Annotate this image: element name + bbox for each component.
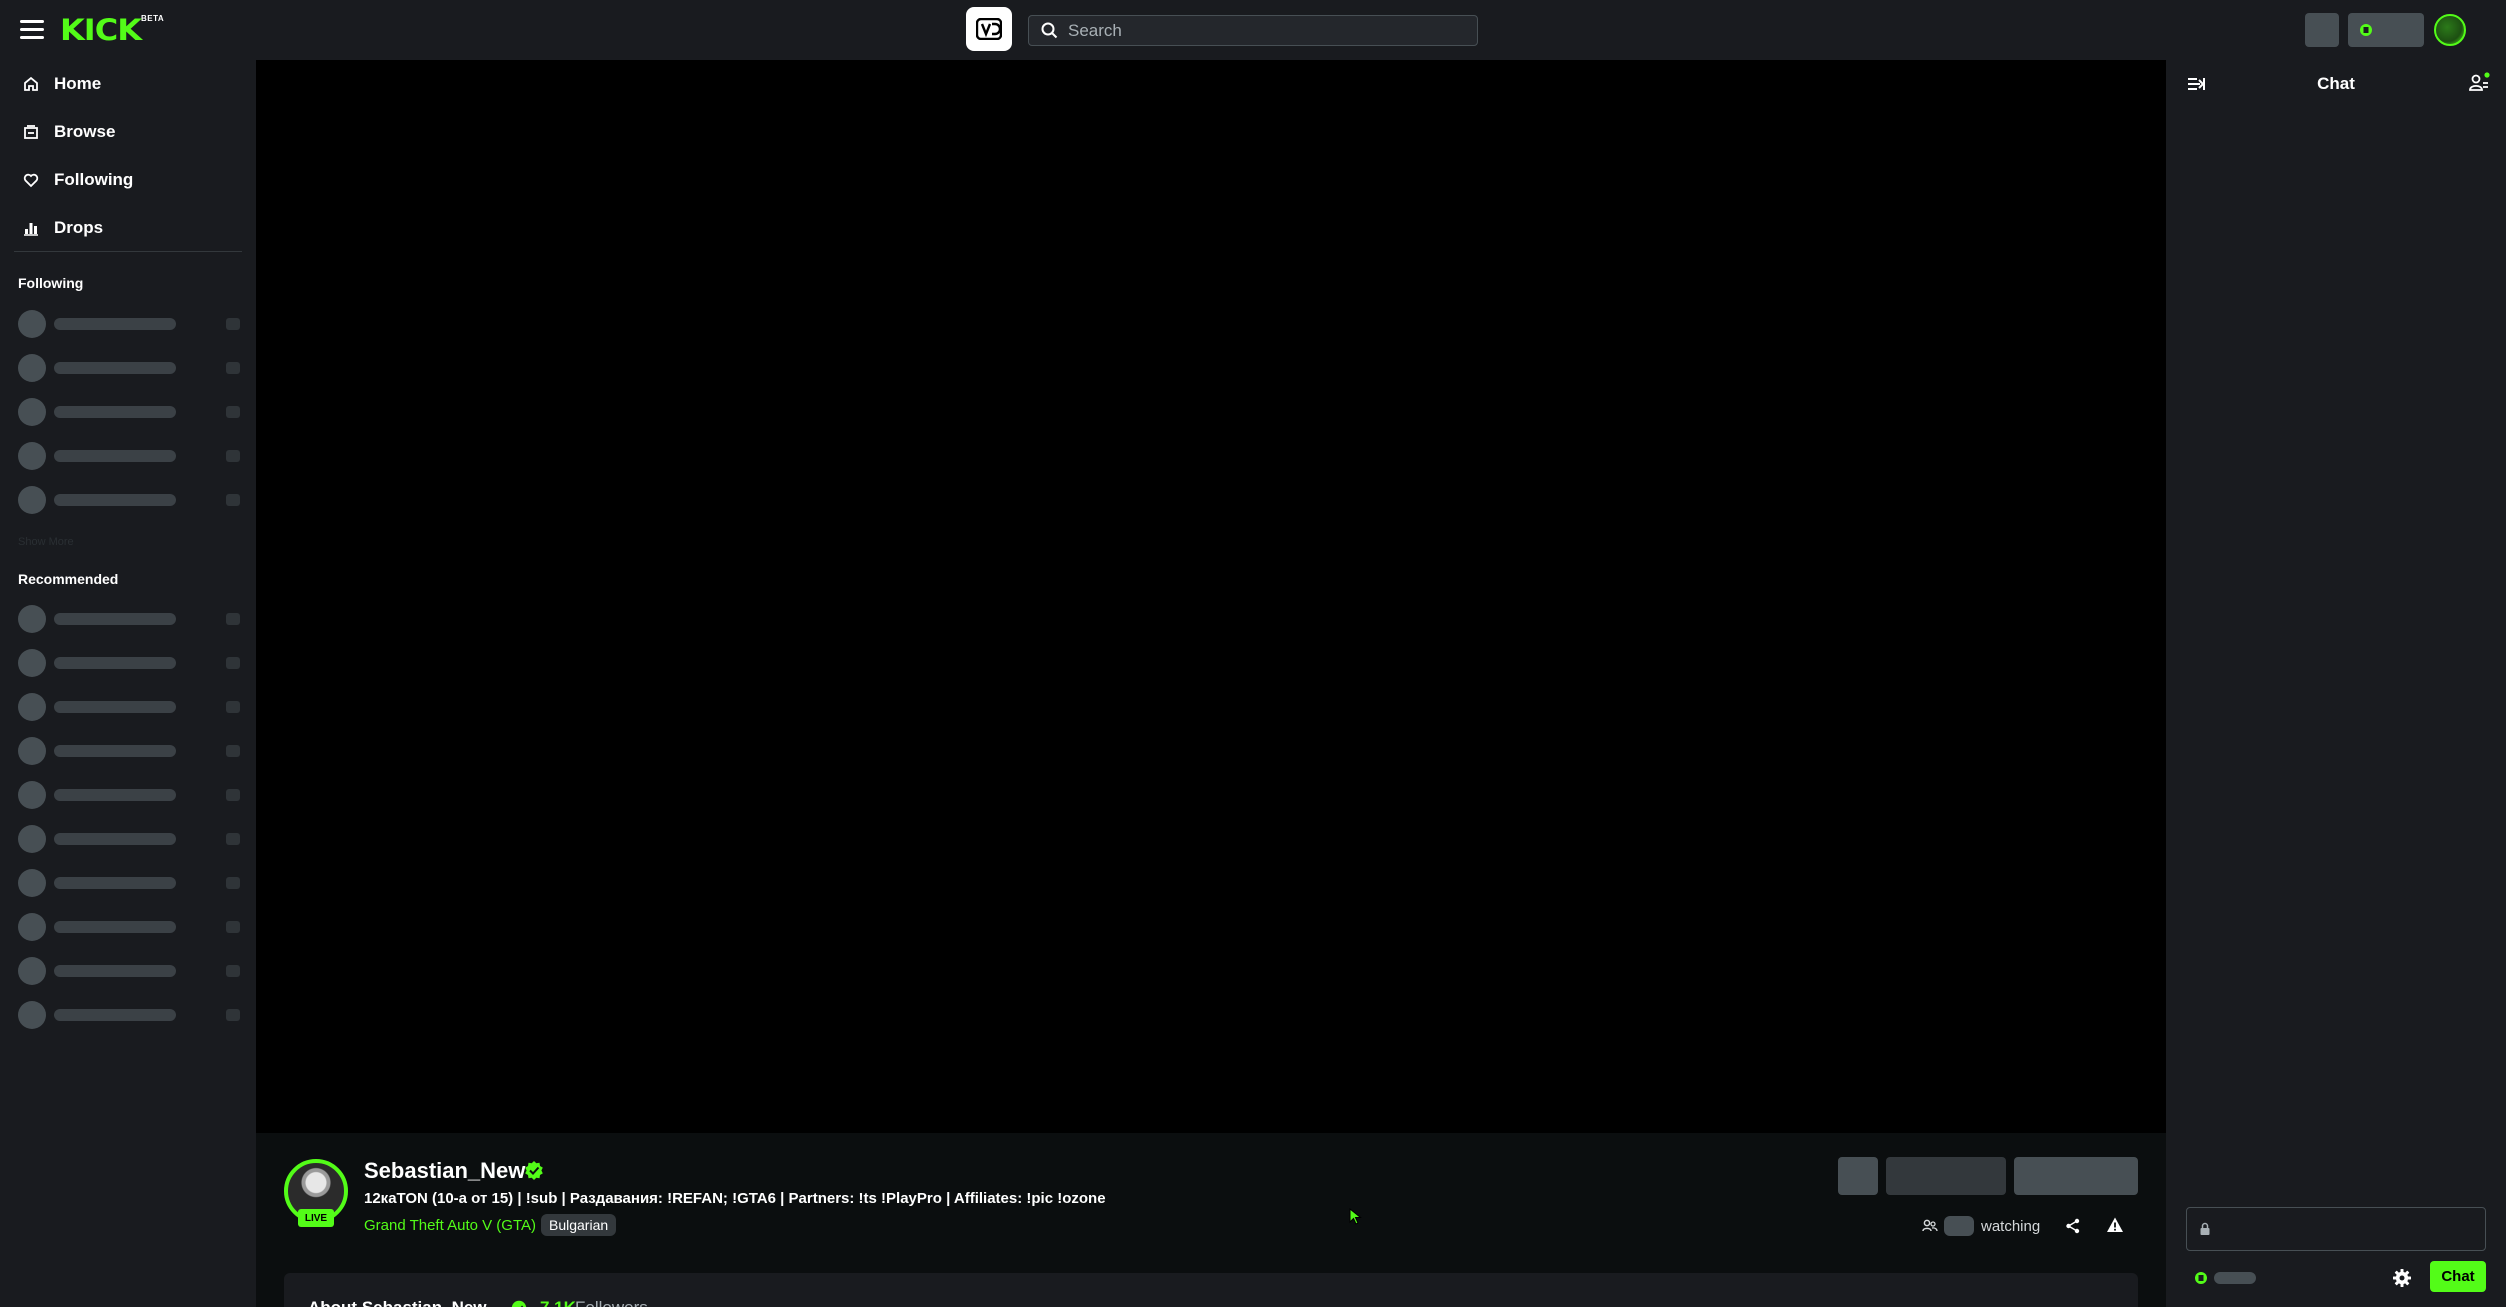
channel-info: LIVE Sebastian_New 12каТОN (10-а от 15) …: [256, 1133, 2166, 1307]
share-icon[interactable]: [2064, 1217, 2082, 1235]
beta-badge: BETA: [141, 14, 165, 23]
top-bar: KICK BETA: [0, 0, 2506, 60]
chat-panel: Chat Chat: [2166, 60, 2506, 1307]
sidebar-item-browse[interactable]: Browse: [0, 110, 256, 154]
kicks-coin-icon[interactable]: [2194, 1271, 2208, 1285]
heart-icon: [22, 171, 40, 189]
show-more-link[interactable]: Show More: [18, 536, 74, 548]
search-icon: [1041, 22, 1058, 39]
chat-header: Chat: [2166, 60, 2506, 109]
recommended-channel-placeholder[interactable]: [18, 825, 240, 853]
live-badge: LIVE: [298, 1209, 334, 1227]
viewers-icon: [1922, 1219, 1938, 1232]
about-title: About Sebastian_New: [308, 1298, 487, 1307]
sidebar-item-label: Home: [54, 74, 102, 93]
followers-label: Followers: [575, 1298, 648, 1307]
lock-icon: [2200, 1222, 2210, 1235]
following-channel-placeholder[interactable]: [18, 442, 240, 470]
gift-button[interactable]: [1838, 1157, 1878, 1195]
category-link[interactable]: Grand Theft Auto V (GTA): [364, 1217, 536, 1234]
following-channel-placeholder[interactable]: [18, 310, 240, 338]
video-player[interactable]: [256, 60, 2166, 1133]
sidebar-item-drops[interactable]: Drops: [0, 206, 256, 250]
recommended-channel-placeholder[interactable]: [18, 913, 240, 941]
recommended-channel-placeholder[interactable]: [18, 649, 240, 677]
chat-message-input[interactable]: [2186, 1207, 2486, 1251]
channel-name[interactable]: Sebastian_New: [364, 1158, 525, 1184]
following-channel-placeholder[interactable]: [18, 354, 240, 382]
recommended-channel-placeholder[interactable]: [18, 957, 240, 985]
recommended-channel-placeholder[interactable]: [18, 869, 240, 897]
kicks-balance-button[interactable]: [2348, 13, 2424, 47]
following-channel-placeholder[interactable]: [18, 398, 240, 426]
following-heading: Following: [18, 275, 84, 291]
browse-icon: [22, 123, 40, 141]
sidebar-item-label: Drops: [54, 218, 104, 237]
user-avatar[interactable]: [2434, 14, 2466, 46]
search-bar[interactable]: [1028, 15, 1478, 46]
recommended-channel-placeholder[interactable]: [18, 781, 240, 809]
mouse-cursor-icon: [1349, 1208, 1362, 1225]
recommended-channel-placeholder[interactable]: [18, 693, 240, 721]
vr-icon: [976, 18, 1002, 40]
about-section: About Sebastian_New 7.1K Followers: [284, 1273, 2138, 1307]
notifications-button[interactable]: [2305, 13, 2339, 47]
search-input[interactable]: [1068, 20, 1468, 41]
followers-count: 7.1K: [540, 1298, 576, 1307]
kicks-balance-placeholder: [2214, 1272, 2256, 1284]
follow-button[interactable]: [1886, 1157, 2006, 1195]
sidebar-item-following[interactable]: Following: [0, 158, 256, 202]
subscribe-button[interactable]: [2014, 1157, 2138, 1195]
sidebar-item-label: Browse: [54, 122, 116, 141]
gear-icon[interactable]: [2392, 1268, 2412, 1288]
vr-button[interactable]: [966, 7, 1012, 51]
following-channel-placeholder[interactable]: [18, 486, 240, 514]
sidebar-divider: [14, 251, 242, 252]
viewer-count-placeholder: [1944, 1216, 1974, 1236]
recommended-heading: Recommended: [18, 571, 119, 587]
stream-title: 12каТОN (10-а от 15) | !sub | Раздавания…: [364, 1190, 1106, 1207]
verified-badge-icon: [511, 1300, 527, 1307]
sidebar-item-label: Following: [54, 170, 134, 189]
send-chat-button[interactable]: Chat: [2430, 1261, 2486, 1292]
sidebar-item-home[interactable]: Home: [0, 62, 256, 106]
kicks-coin-icon: [2360, 24, 2372, 36]
watching-label: watching: [1981, 1218, 2041, 1235]
home-icon: [22, 75, 40, 93]
chat-users-icon[interactable]: [2468, 72, 2490, 94]
language-tag[interactable]: Bulgarian: [541, 1214, 617, 1236]
menu-icon[interactable]: [20, 20, 44, 40]
recommended-channel-placeholder[interactable]: [18, 737, 240, 765]
sidebar: Home Browse Following Drops Following Sh…: [0, 60, 256, 1307]
verified-badge-icon: [525, 1161, 543, 1180]
drops-icon: [22, 219, 40, 237]
recommended-channel-placeholder[interactable]: [18, 605, 240, 633]
report-icon[interactable]: [2106, 1216, 2124, 1234]
recommended-channel-placeholder[interactable]: [18, 1001, 240, 1029]
kick-logo[interactable]: KICK: [60, 15, 142, 44]
chat-title: Chat: [2317, 74, 2355, 93]
